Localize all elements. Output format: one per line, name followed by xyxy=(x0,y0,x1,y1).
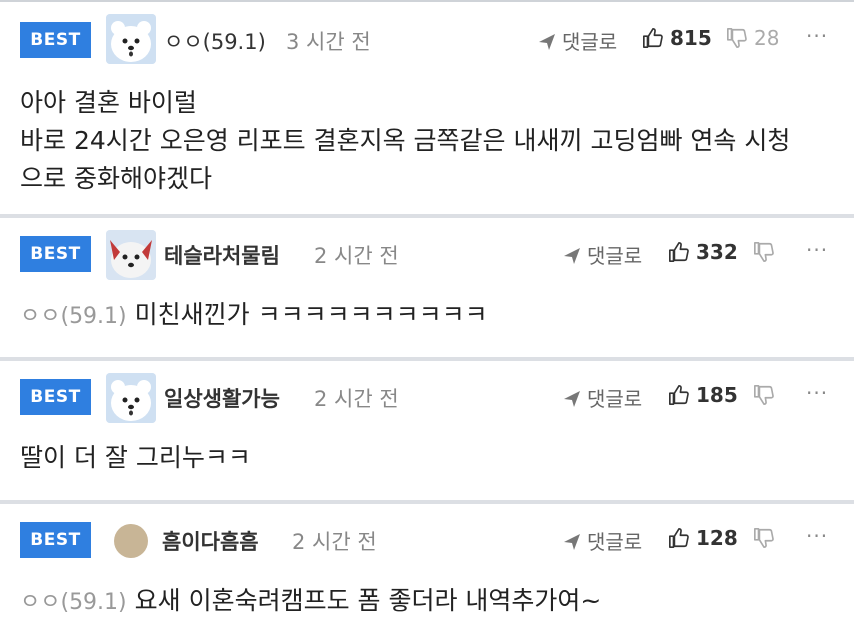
thumbs-up-icon xyxy=(643,28,663,48)
reply-label: 댓글로 xyxy=(587,530,643,554)
like-count: 128 xyxy=(696,526,738,550)
like-button[interactable]: 185 xyxy=(668,383,738,407)
like-button[interactable]: 128 xyxy=(668,526,738,550)
comment-line: 으로 중화해야겠다 xyxy=(20,164,212,193)
dislike-button[interactable] xyxy=(753,383,781,407)
comment-item: BEST 일상생활가능 2 시간 전 댓글로 185 ··· 딸이 더 잘 그리… xyxy=(0,361,854,500)
reply-button[interactable]: 댓글로 xyxy=(538,26,617,55)
send-arrow-icon xyxy=(539,34,555,50)
thumbs-down-icon xyxy=(754,385,774,405)
dislike-button[interactable] xyxy=(753,526,781,550)
reply-label: 댓글로 xyxy=(587,244,643,268)
reply-button[interactable]: 댓글로 xyxy=(563,240,642,269)
more-options-icon[interactable]: ··· xyxy=(806,381,828,405)
timestamp: 2 시간 전 xyxy=(314,244,399,268)
timestamp: 2 시간 전 xyxy=(314,387,399,411)
comment-header: BEST 테슬라처물림 2 시간 전 댓글로 332 ··· xyxy=(0,226,854,286)
thumbs-down-icon xyxy=(754,242,774,262)
comment-text: 아아 결혼 바이럴 바로 24시간 오은영 리포트 결혼지옥 금쪽같은 내새끼 … xyxy=(20,84,790,198)
send-arrow-icon xyxy=(564,391,580,407)
comment-text: ㅇㅇ(59.1) 요새 이혼숙려캠프도 폼 좋더라 내역추가여~ xyxy=(20,582,601,622)
avatar[interactable] xyxy=(114,524,148,558)
thumbs-up-icon xyxy=(669,242,689,262)
thumbs-down-icon xyxy=(754,528,774,548)
dog-avatar-icon xyxy=(106,14,156,64)
like-count: 185 xyxy=(696,383,738,407)
more-options-icon[interactable]: ··· xyxy=(806,524,828,548)
comment-line: 미친새낀가 ㅋㅋㅋㅋㅋㅋㅋㅋㅋㅋ xyxy=(134,300,488,329)
reply-label: 댓글로 xyxy=(562,30,618,54)
reply-to-nickname[interactable]: ㅇㅇ(59.1) xyxy=(20,590,127,615)
dislike-count: 28 xyxy=(754,26,780,50)
avatar[interactable] xyxy=(106,230,156,280)
comment-line: 바로 24시간 오은영 리포트 결혼지옥 금쪽같은 내새끼 고딩엄빠 연속 시청 xyxy=(20,126,791,155)
nickname[interactable]: 테슬라처물림 xyxy=(164,240,280,270)
best-badge: BEST xyxy=(20,522,91,558)
more-options-icon[interactable]: ··· xyxy=(806,24,828,48)
comment-header: BEST 흠이다흠흠 2 시간 전 댓글로 128 ··· xyxy=(0,512,854,572)
reply-label: 댓글로 xyxy=(587,387,643,411)
comment-item: BEST 흠이다흠흠 2 시간 전 댓글로 128 ··· ㅇㅇ(59.1) 요새… xyxy=(0,504,854,641)
send-arrow-icon xyxy=(564,248,580,264)
dislike-button[interactable]: 28 xyxy=(726,26,779,50)
comment-line: 아아 결혼 바이럴 xyxy=(20,88,197,117)
thumbs-up-icon xyxy=(669,385,689,405)
comment-text: 딸이 더 잘 그리누ㅋㅋ xyxy=(20,439,251,477)
nickname[interactable]: ㅇㅇ(59.1) xyxy=(164,26,266,56)
like-count: 332 xyxy=(696,240,738,264)
more-options-icon[interactable]: ··· xyxy=(806,238,828,262)
send-arrow-icon xyxy=(564,534,580,550)
thumbs-up-icon xyxy=(669,528,689,548)
avatar[interactable] xyxy=(106,14,156,64)
like-button[interactable]: 815 xyxy=(642,26,712,50)
like-count: 815 xyxy=(670,26,712,50)
comment-item: BEST 테슬라처물림 2 시간 전 댓글로 332 ··· ㅇㅇ(59.1) 미… xyxy=(0,218,854,357)
nickname[interactable]: 일상생활가능 xyxy=(164,383,280,413)
dog-avatar-icon xyxy=(106,230,156,280)
timestamp: 2 시간 전 xyxy=(292,530,377,554)
best-badge: BEST xyxy=(20,379,91,415)
comment-line: 요새 이혼숙려캠프도 폼 좋더라 내역추가여~ xyxy=(134,586,602,615)
dog-avatar-icon xyxy=(106,373,156,423)
comment-item: BEST ㅇㅇ(59.1) 3 시간 전 댓글로 815 28 ··· 아아 결… xyxy=(0,0,854,214)
dislike-button[interactable] xyxy=(753,240,781,264)
reply-button[interactable]: 댓글로 xyxy=(563,383,642,412)
reply-button[interactable]: 댓글로 xyxy=(563,526,642,555)
thumbs-down-icon xyxy=(727,28,747,48)
best-badge: BEST xyxy=(20,236,91,272)
nickname[interactable]: 흠이다흠흠 xyxy=(162,526,259,556)
reply-to-nickname[interactable]: ㅇㅇ(59.1) xyxy=(20,304,127,329)
comment-line: 딸이 더 잘 그리누ㅋㅋ xyxy=(20,443,251,472)
comment-header: BEST 일상생활가능 2 시간 전 댓글로 185 ··· xyxy=(0,369,854,429)
comment-text: ㅇㅇ(59.1) 미친새낀가 ㅋㅋㅋㅋㅋㅋㅋㅋㅋㅋ xyxy=(20,296,488,336)
avatar[interactable] xyxy=(106,373,156,423)
like-button[interactable]: 332 xyxy=(668,240,738,264)
timestamp: 3 시간 전 xyxy=(286,30,371,54)
comment-header: BEST ㅇㅇ(59.1) 3 시간 전 댓글로 815 28 ··· xyxy=(0,10,854,70)
best-badge: BEST xyxy=(20,22,91,58)
divider xyxy=(0,0,854,2)
